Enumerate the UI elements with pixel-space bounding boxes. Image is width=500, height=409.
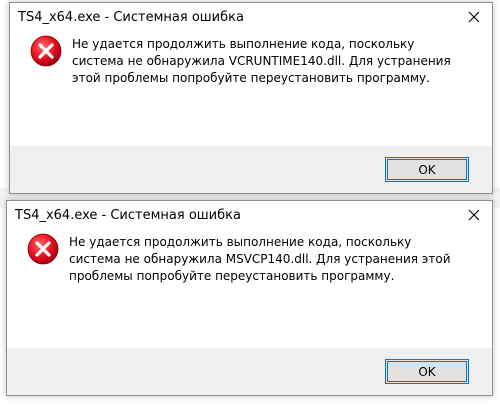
dialog-title: TS4_x64.exe - Системная ошибка xyxy=(18,10,244,25)
error-dialog-vcruntime: TS4_x64.exe - Системная ошибка Не удаетс… xyxy=(9,2,493,194)
dialog-footer: OK xyxy=(10,146,492,193)
error-message: Не удается продолжить выполнение кода, п… xyxy=(72,37,451,85)
error-dialog-msvcp: TS4_x64.exe - Системная ошибка Не удаетс… xyxy=(6,200,493,396)
dialog-footer: OK xyxy=(7,348,492,395)
close-icon[interactable] xyxy=(466,9,482,25)
dialog-title: TS4_x64.exe - Системная ошибка xyxy=(15,208,241,223)
error-icon xyxy=(27,233,59,265)
close-icon[interactable] xyxy=(466,207,482,223)
dialog-titlebar[interactable]: TS4_x64.exe - Системная ошибка xyxy=(10,3,492,33)
ok-button[interactable]: OK xyxy=(385,359,469,384)
ok-button[interactable]: OK xyxy=(385,157,469,182)
error-message: Не удается продолжить выполнение кода, п… xyxy=(69,235,451,283)
error-icon xyxy=(30,35,62,67)
dialog-titlebar[interactable]: TS4_x64.exe - Системная ошибка xyxy=(7,201,492,231)
